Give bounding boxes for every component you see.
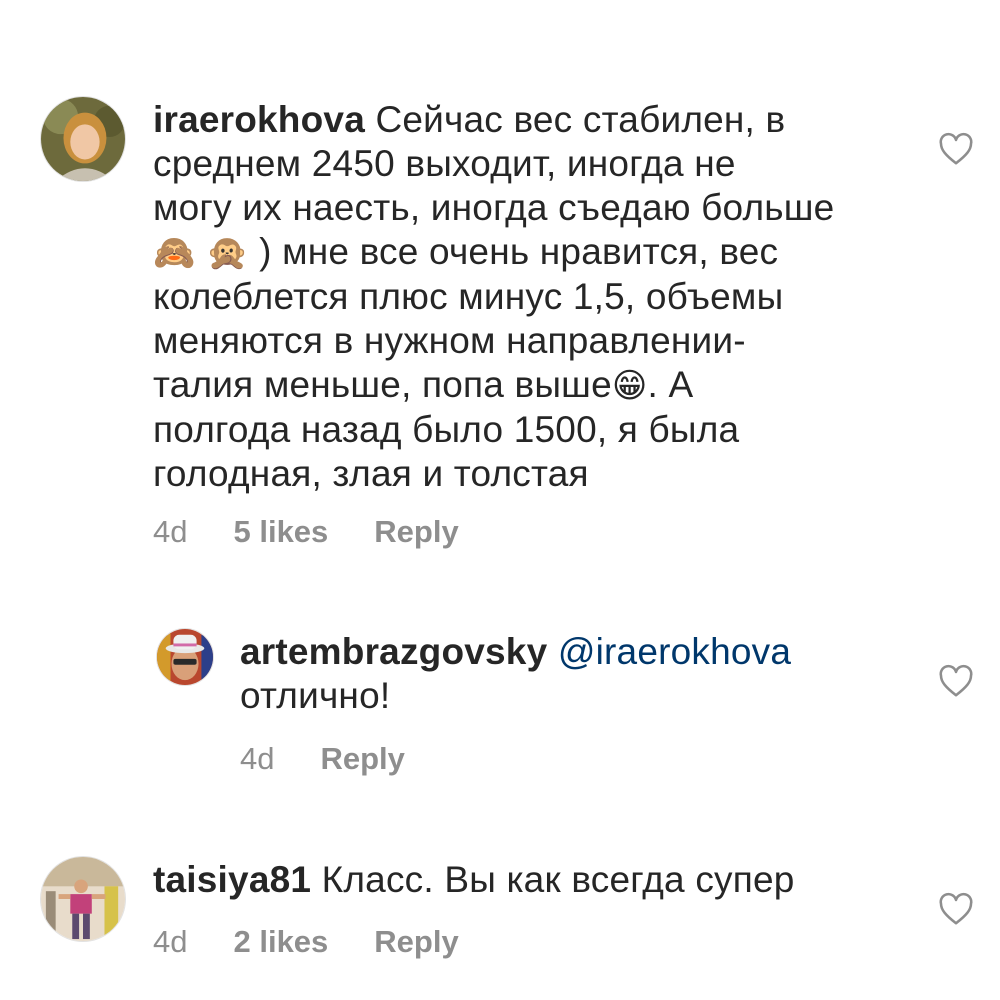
avatar[interactable] xyxy=(40,856,126,942)
comment-line: Класс. Вы как всегда супер xyxy=(321,859,795,900)
comment-line: талия меньше, попа выше xyxy=(153,364,612,405)
reply-button[interactable]: Reply xyxy=(374,924,458,960)
timestamp[interactable]: 4d xyxy=(240,741,274,777)
comment-text: iraerokhova Сейчас вес стабилен, в средн… xyxy=(153,98,923,496)
likes-count[interactable]: 2 likes xyxy=(233,924,328,960)
reply-button[interactable]: Reply xyxy=(374,514,458,550)
avatar[interactable] xyxy=(156,628,214,686)
comment-line: отлично! xyxy=(240,675,391,716)
comment-line: полгода назад было 1500, я была xyxy=(153,409,740,450)
comment-text: artembrazgovsky @iraerokhova отлично! xyxy=(240,630,910,718)
comment-line: . А xyxy=(647,364,694,405)
comment-line: колеблется плюс минус 1,5, объемы xyxy=(153,276,784,317)
username-link[interactable]: artembrazgovsky xyxy=(240,631,547,672)
user-photo-icon xyxy=(157,629,213,685)
timestamp[interactable]: 4d xyxy=(153,514,187,550)
comment-line: Сейчас вес стабилен, в xyxy=(375,99,786,140)
comment-line: среднем 2450 выходит, иногда не xyxy=(153,143,736,184)
user-photo-icon xyxy=(41,857,125,941)
comment-meta: 4d 5 likes Reply xyxy=(153,514,459,550)
comment-text: taisiya81 Класс. Вы как всегда супер xyxy=(153,858,923,902)
likes-count[interactable]: 5 likes xyxy=(233,514,328,550)
mention-link[interactable]: @iraerokhova xyxy=(558,631,791,672)
speak-no-evil-monkey-icon: 🙊 xyxy=(206,233,249,273)
user-photo-icon xyxy=(41,97,125,181)
like-heart-icon[interactable] xyxy=(938,892,974,926)
comment-meta: 4d Reply xyxy=(240,741,405,777)
comment-line: меняются в нужном направлении- xyxy=(153,320,746,361)
see-no-evil-monkey-icon: 🙈 xyxy=(153,233,196,273)
grinning-face-icon: 😁 xyxy=(611,366,648,406)
reply-button[interactable]: Reply xyxy=(320,741,404,777)
comment-line: ) мне все очень нравится, вес xyxy=(259,231,779,272)
comment-line: голодная, злая и толстая xyxy=(153,453,589,494)
timestamp[interactable]: 4d xyxy=(153,924,187,960)
avatar[interactable] xyxy=(40,96,126,182)
comment-meta: 4d 2 likes Reply xyxy=(153,924,459,960)
like-heart-icon[interactable] xyxy=(938,132,974,166)
like-heart-icon[interactable] xyxy=(938,664,974,698)
comment-line: могу их наесть, иногда съедаю больше xyxy=(153,187,835,228)
username-link[interactable]: taisiya81 xyxy=(153,859,311,900)
username-link[interactable]: iraerokhova xyxy=(153,99,365,140)
